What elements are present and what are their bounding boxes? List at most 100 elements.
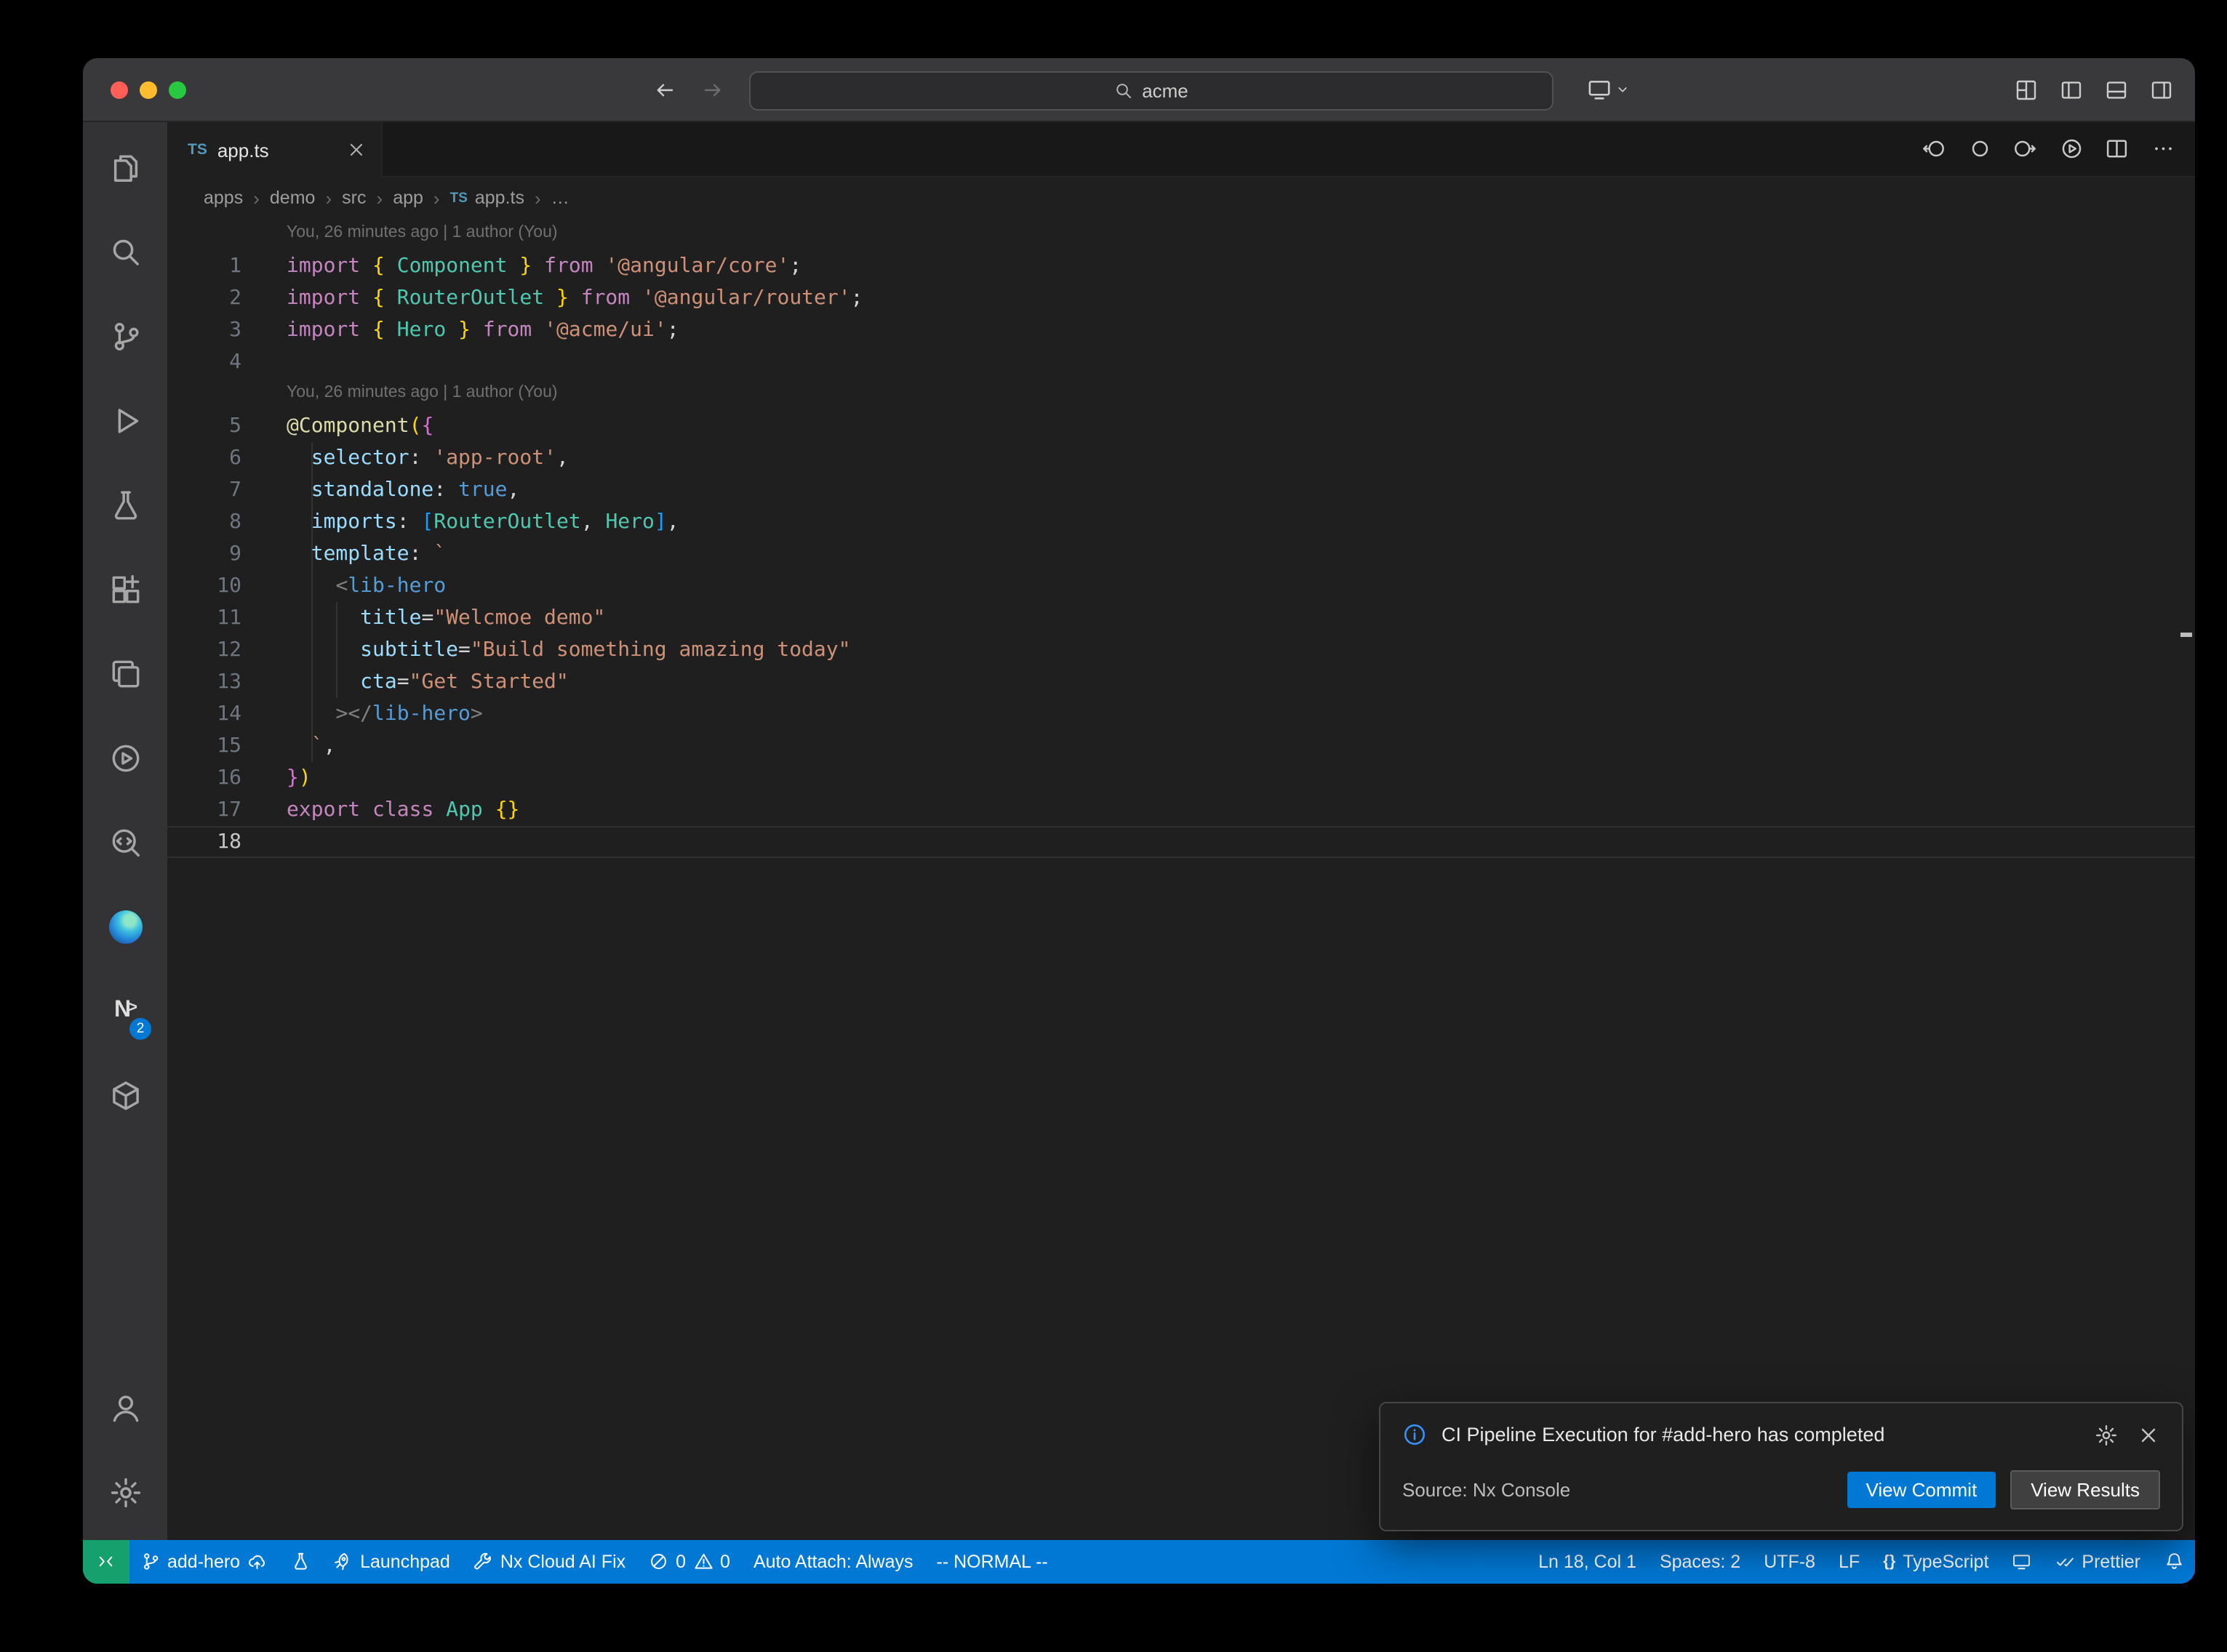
toggle-secondary-sidebar-button[interactable] xyxy=(2150,79,2173,102)
status-bar: add-hero LaunchpadNx Cloud AI Fix00Auto A… xyxy=(83,1540,2195,1584)
command-center-search[interactable]: acme xyxy=(749,71,1554,111)
desktop: acme N>2 TS app.ts xyxy=(0,0,2227,1652)
encoding-item[interactable]: UTF-8 xyxy=(1752,1540,1827,1584)
line-number: 18 xyxy=(167,826,241,858)
chevron-down-icon xyxy=(1615,81,1631,97)
tab-app-ts[interactable]: TS app.ts xyxy=(167,122,383,177)
toggle-primary-sidebar-button[interactable] xyxy=(2060,79,2083,102)
breadcrumb-item[interactable]: apps xyxy=(204,188,243,208)
indentation-item[interactable]: Spaces: 2 xyxy=(1648,1540,1752,1584)
auto-attach-item[interactable]: Auto Attach: Always xyxy=(742,1540,925,1584)
breadcrumb-item[interactable]: app xyxy=(393,188,423,208)
breadcrumb-item[interactable]: demo xyxy=(270,188,316,208)
explorer-icon[interactable] xyxy=(90,125,160,209)
view-commit-button[interactable]: View Commit xyxy=(1847,1472,1996,1508)
remote-indicator[interactable] xyxy=(83,1540,129,1584)
extensions-icon[interactable] xyxy=(90,547,160,631)
close-tab-button[interactable] xyxy=(346,140,367,160)
code-line: 16}) xyxy=(167,762,2195,794)
nav-forward-circle-icon[interactable] xyxy=(2013,137,2037,161)
code-line: 13 cta="Get Started" xyxy=(167,666,2195,698)
run-circle-icon[interactable] xyxy=(2059,137,2083,161)
breadcrumb-separator: › xyxy=(433,187,440,209)
code-line: 11 title="Welcmoe demo" xyxy=(167,602,2195,634)
line-number: 2 xyxy=(167,282,241,314)
breadcrumb-item[interactable]: … xyxy=(551,188,569,208)
notification-close-button[interactable] xyxy=(2137,1423,2160,1446)
eol-item[interactable]: LF xyxy=(1827,1540,1871,1584)
account-icon[interactable] xyxy=(90,1366,160,1450)
vscode-window: acme N>2 TS app.ts xyxy=(83,58,2195,1584)
search-icon xyxy=(1114,81,1133,100)
language-item[interactable]: {}TypeScript xyxy=(1871,1540,2000,1584)
edge-browser-icon[interactable] xyxy=(90,884,160,969)
nav-back-circle-icon[interactable] xyxy=(1922,137,1946,161)
notifications-bell-item[interactable] xyxy=(2152,1540,2195,1584)
breadcrumb-item[interactable]: TSapp.ts xyxy=(450,188,524,208)
code-line: 3import { Hero } from '@acme/ui'; xyxy=(167,314,2195,346)
package-icon[interactable] xyxy=(90,1053,160,1137)
problems-item[interactable]: 00 xyxy=(637,1540,742,1584)
source-control-icon[interactable] xyxy=(90,294,160,378)
prettier-item[interactable]: Prettier xyxy=(2043,1540,2152,1584)
code-line: 6 selector: 'app-root', xyxy=(167,442,2195,474)
code-line: 9 template: ` xyxy=(167,538,2195,570)
line-number: 8 xyxy=(167,506,241,538)
close-window-button[interactable] xyxy=(111,81,128,99)
code-editor[interactable]: You, 26 minutes ago | 1 author (You)1imp… xyxy=(167,218,2195,1540)
breadcrumb-separator: › xyxy=(325,187,332,209)
windows-icon[interactable] xyxy=(90,631,160,715)
more-actions-icon[interactable] xyxy=(2151,137,2175,161)
view-results-button[interactable]: View Results xyxy=(2010,1470,2160,1509)
line-number: 15 xyxy=(167,730,241,762)
line-number: 5 xyxy=(167,410,241,442)
line-number: 1 xyxy=(167,250,241,282)
screen-item[interactable] xyxy=(2000,1540,2043,1584)
activity-badge: 2 xyxy=(129,1018,151,1040)
editor-actions xyxy=(1922,122,2195,176)
nx-cloud-ai-fix-item[interactable]: Nx Cloud AI Fix xyxy=(462,1540,637,1584)
line-number: 9 xyxy=(167,538,241,570)
breadcrumb-item[interactable]: src xyxy=(342,188,366,208)
line-number: 6 xyxy=(167,442,241,474)
code-line: 17export class App {} xyxy=(167,794,2195,826)
flask-item[interactable] xyxy=(279,1540,321,1584)
notification-toast: CI Pipeline Execution for #add-hero has … xyxy=(1379,1402,2183,1531)
breadcrumb: apps›demo›src›app›TSapp.ts›… xyxy=(167,177,2195,218)
customize-layout-button[interactable] xyxy=(2015,79,2038,102)
blame-annotation: You, 26 minutes ago | 1 author (You) xyxy=(167,378,2195,410)
notification-settings-button[interactable] xyxy=(2095,1423,2118,1446)
nx-console-icon[interactable]: N>2 xyxy=(90,969,160,1053)
line-number: 12 xyxy=(167,634,241,666)
code-line: 14 ></lib-hero> xyxy=(167,698,2195,730)
circle-icon[interactable] xyxy=(1967,137,1991,161)
code-line: 10 <lib-hero xyxy=(167,570,2195,602)
run-debug-icon[interactable] xyxy=(90,378,160,462)
code-line: 7 standalone: true, xyxy=(167,474,2195,506)
line-number xyxy=(167,218,241,250)
indent-guide xyxy=(336,602,337,698)
line-number: 14 xyxy=(167,698,241,730)
run-profile-icon[interactable] xyxy=(90,715,160,800)
split-editor-icon[interactable] xyxy=(2105,137,2129,161)
git-branch-item[interactable]: add-hero xyxy=(129,1540,279,1584)
code-search-icon[interactable] xyxy=(90,800,160,884)
monitor-icon xyxy=(1587,77,1612,102)
cursor-position-item[interactable]: Ln 18, Col 1 xyxy=(1527,1540,1648,1584)
code-line: 4 xyxy=(167,346,2195,378)
line-number xyxy=(167,378,241,410)
settings-gear-icon[interactable] xyxy=(90,1450,160,1534)
search-icon[interactable] xyxy=(90,209,160,294)
navigate-forward-button[interactable] xyxy=(701,79,724,102)
testing-icon[interactable] xyxy=(90,462,160,547)
manage-remote-window-button[interactable] xyxy=(1587,77,1631,102)
notification-title: CI Pipeline Execution for #add-hero has … xyxy=(1442,1424,2080,1446)
vim-mode-item[interactable]: -- NORMAL -- xyxy=(925,1540,1060,1584)
title-bar: acme xyxy=(83,58,2195,122)
navigate-back-button[interactable] xyxy=(653,79,676,102)
toggle-panel-button[interactable] xyxy=(2105,79,2128,102)
editor-group: TS app.ts apps›demo›src›app›TSapp.ts›… Y… xyxy=(167,122,2195,1540)
zoom-window-button[interactable] xyxy=(169,81,186,99)
minimize-window-button[interactable] xyxy=(140,81,157,99)
launchpad-item[interactable]: Launchpad xyxy=(321,1540,462,1584)
